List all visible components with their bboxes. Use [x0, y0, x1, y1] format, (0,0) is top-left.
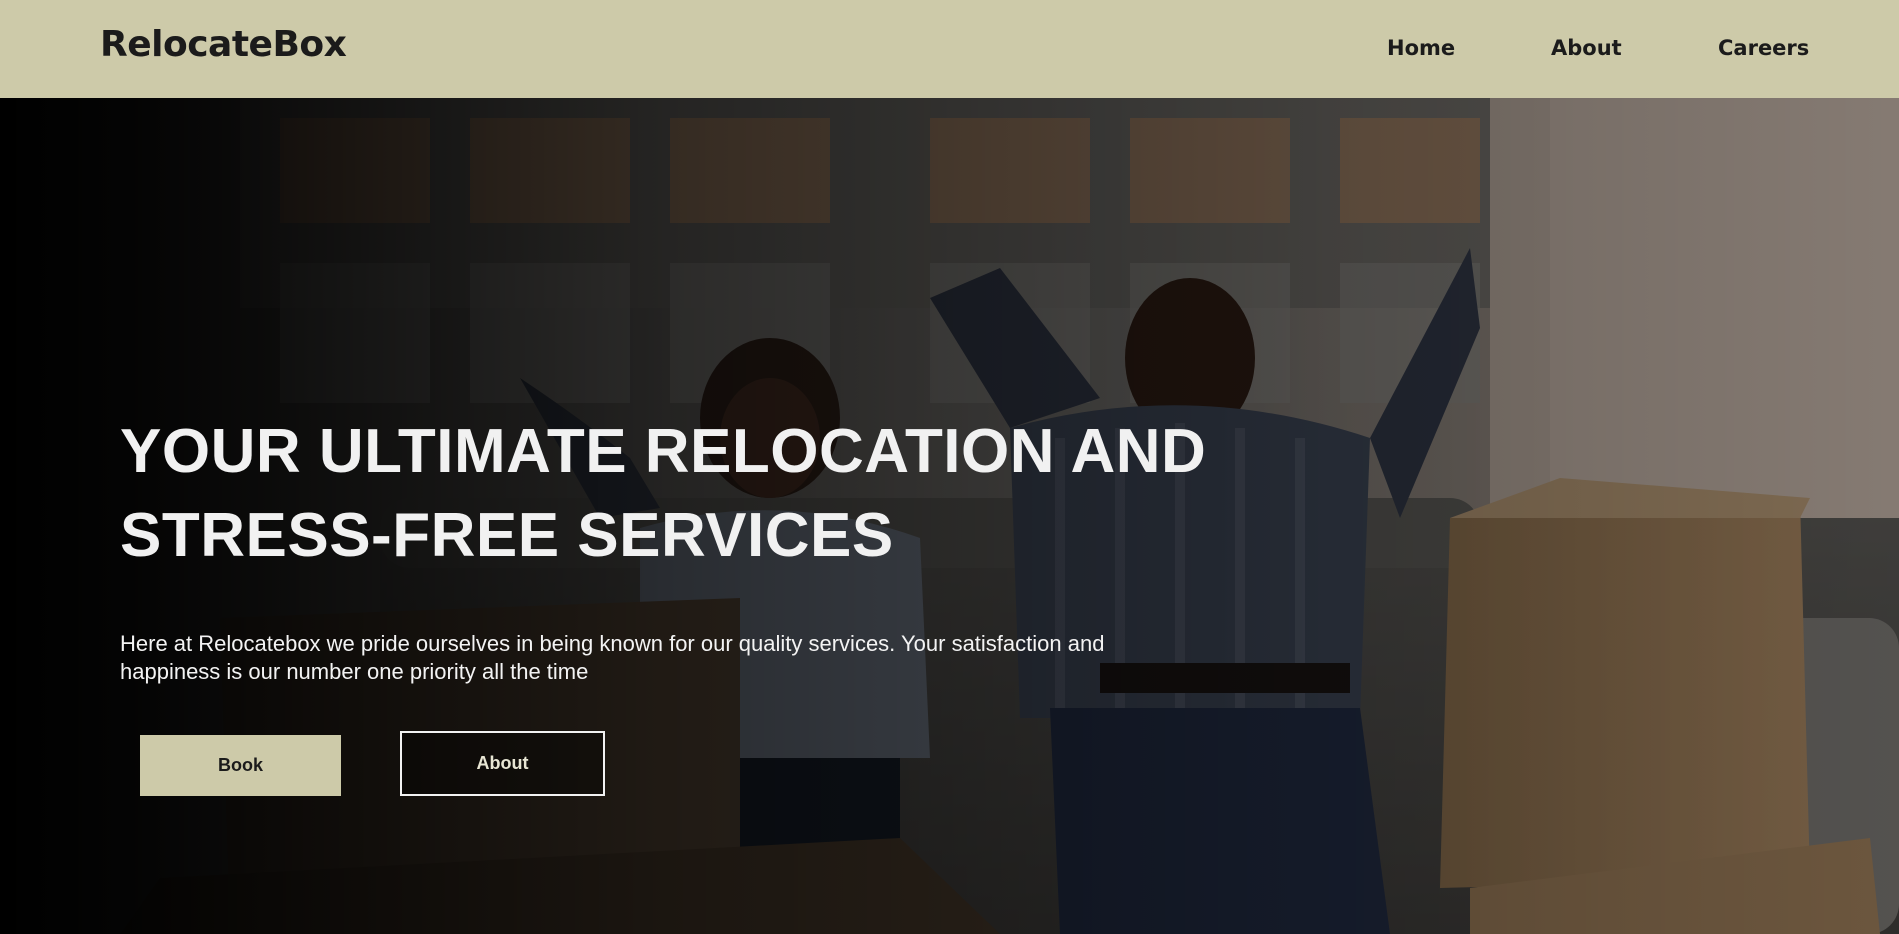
- hero-section: YOUR ULTIMATE RELOCATION AND STRESS-FREE…: [0, 98, 1899, 934]
- nav-link-careers[interactable]: Careers: [1718, 36, 1809, 60]
- about-button[interactable]: About: [400, 731, 605, 796]
- nav-link-home[interactable]: Home: [1387, 36, 1455, 60]
- hero-subtitle: Here at Relocatebox we pride ourselves i…: [120, 631, 1105, 684]
- hero-title: YOUR ULTIMATE RELOCATION AND STRESS-FREE…: [120, 417, 1207, 570]
- nav-link-about[interactable]: About: [1551, 36, 1622, 60]
- navbar: RelocateBox Home About Careers: [0, 0, 1899, 98]
- brand-logo[interactable]: RelocateBox: [100, 24, 347, 65]
- book-button[interactable]: Book: [140, 735, 341, 796]
